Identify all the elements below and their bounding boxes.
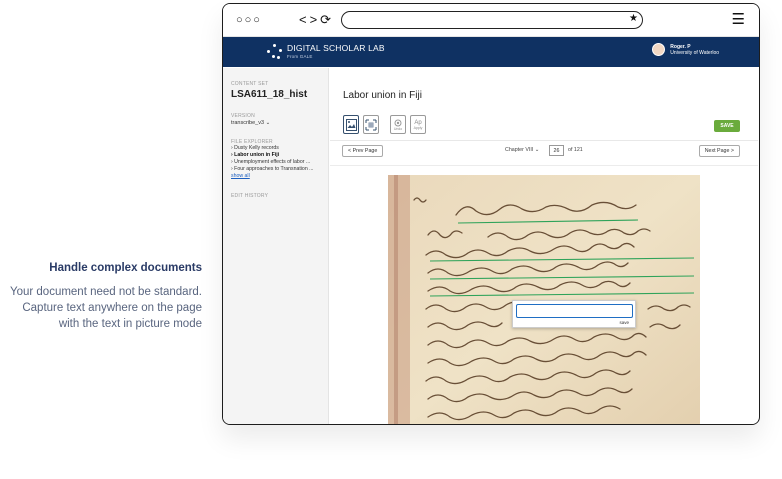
- text-in-picture-icon[interactable]: [363, 115, 379, 134]
- window-controls[interactable]: ○○○: [236, 14, 262, 26]
- text-capture-popup: save: [512, 300, 636, 328]
- apply-icon[interactable]: Ap Apply: [410, 115, 426, 134]
- divider: [330, 165, 758, 166]
- content-set-name: LSA611_18_hist: [231, 89, 308, 100]
- hamburger-menu-icon[interactable]: ☰: [732, 10, 745, 28]
- page-total: of 121: [568, 147, 583, 153]
- user-menu[interactable]: Roger. P University of Waterloo: [652, 43, 719, 56]
- feature-caption: Handle complex documents Your document n…: [0, 262, 202, 332]
- content-set-label: CONTENT SET: [231, 81, 269, 87]
- popup-save-button[interactable]: save: [619, 320, 629, 325]
- main-panel: Labor union in Fiji Undo Ap Apply SAVE <…: [330, 68, 758, 424]
- page-title: Labor union in Fiji: [343, 90, 422, 101]
- brand-subtitle: From GALE: [287, 54, 313, 59]
- divider: [330, 140, 758, 141]
- version-label: VERSION: [231, 113, 255, 119]
- file-item[interactable]: › Four approaches to Transnation ...: [231, 166, 320, 173]
- version-value: transcribe_v3: [231, 120, 265, 126]
- brand-name[interactable]: DIGITAL SCHOLAR LAB From GALE: [287, 43, 385, 59]
- undo-icon[interactable]: Undo: [390, 115, 406, 134]
- avatar: [652, 43, 666, 56]
- show-all-link[interactable]: show all: [231, 173, 320, 180]
- sidebar: CONTENT SET LSA611_18_hist VERSION trans…: [223, 68, 329, 424]
- chapter-select[interactable]: Chapter VIII ⌄: [505, 147, 539, 153]
- mode-toolbar: Undo Ap Apply: [343, 115, 426, 134]
- app-header: DIGITAL SCHOLAR LAB From GALE Roger. P U…: [223, 37, 759, 67]
- capture-text-input[interactable]: [516, 304, 633, 318]
- file-item-active[interactable]: › Labor union in Fiji: [231, 152, 320, 159]
- file-item[interactable]: › Dusty Kelly records: [231, 145, 320, 152]
- image-mode-icon[interactable]: [343, 115, 359, 134]
- prev-page-button[interactable]: < Prev Page: [342, 145, 384, 157]
- bookmark-star-icon[interactable]: ★: [629, 13, 638, 24]
- file-item[interactable]: › Unemployment effects of labor ...: [231, 159, 320, 166]
- caption-body: Your document need not be standard. Capt…: [9, 286, 202, 330]
- chevron-down-icon: ⌄: [265, 120, 271, 126]
- save-button[interactable]: SAVE: [714, 120, 740, 132]
- browser-toolbar: ○○○ <>⟳ ★ ☰: [223, 4, 759, 37]
- browser-window: ○○○ <>⟳ ★ ☰ DIGITAL SCHOLAR LAB From GAL…: [222, 3, 760, 425]
- brand-title: DIGITAL SCHOLAR LAB: [287, 43, 385, 53]
- address-bar[interactable]: ★: [341, 11, 643, 29]
- document-viewer[interactable]: save: [388, 175, 700, 424]
- next-page-button[interactable]: Next Page >: [698, 145, 740, 157]
- version-select[interactable]: transcribe_v3 ⌄: [231, 120, 320, 126]
- user-organization: University of Waterloo: [670, 49, 719, 56]
- nav-controls-icon[interactable]: <>⟳: [299, 12, 334, 28]
- logo-icon: [267, 44, 283, 60]
- edit-history-link[interactable]: EDIT HISTORY: [231, 193, 320, 199]
- page-navigation: < Prev Page Chapter VIII ⌄ 26 of 121 Nex…: [342, 145, 740, 159]
- page-number-input[interactable]: 26: [549, 145, 564, 156]
- caption-heading: Handle complex documents: [49, 262, 202, 274]
